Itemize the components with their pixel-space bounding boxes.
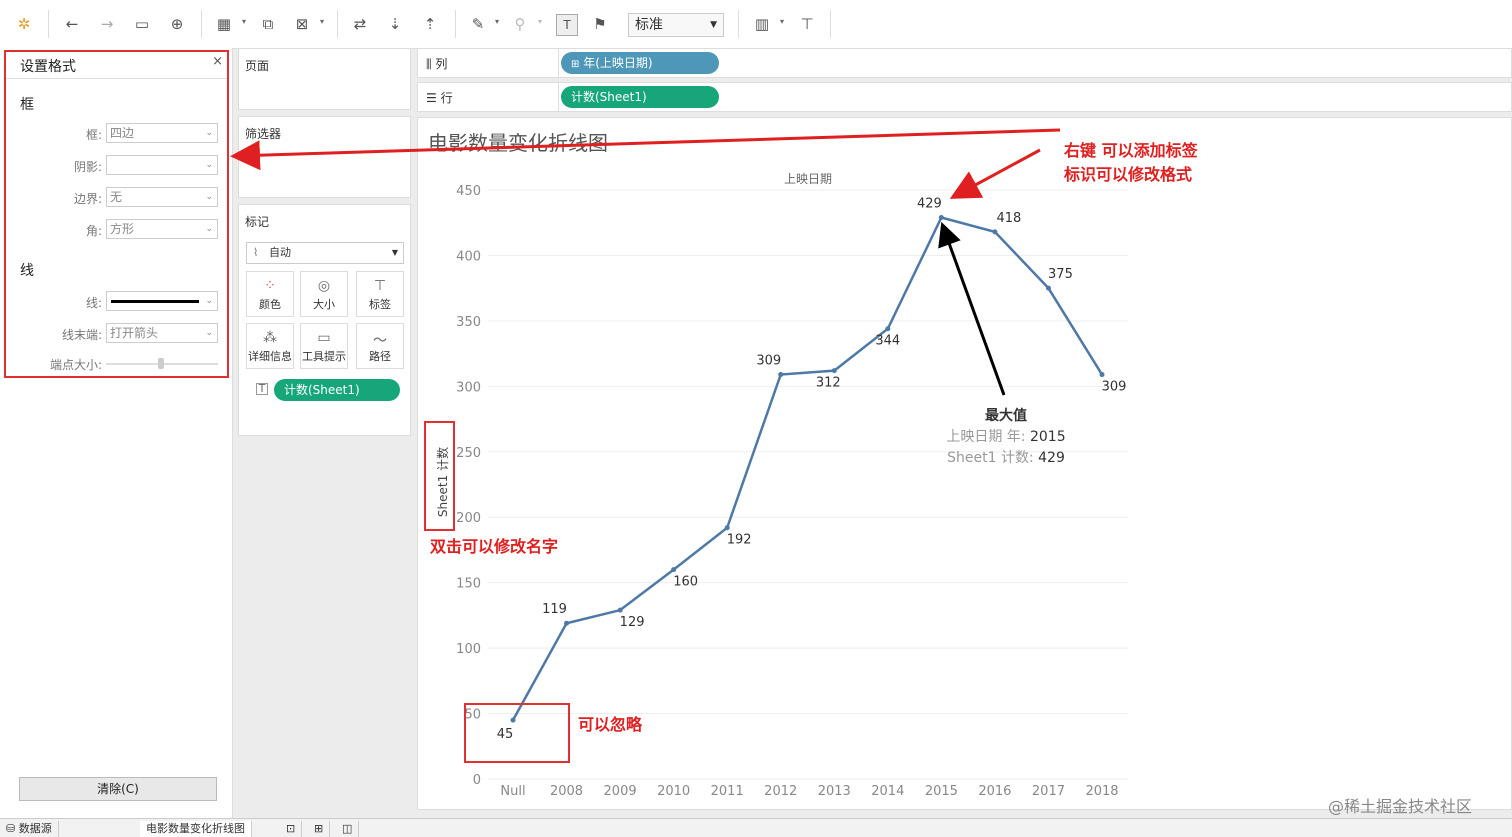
- x-tick-label: Null: [500, 784, 525, 799]
- data-point[interactable]: [671, 567, 677, 573]
- y-axis[interactable]: 050100150200250300350400450: [456, 184, 481, 788]
- x-tick-label: 2008: [550, 784, 583, 799]
- data-point[interactable]: [617, 607, 623, 613]
- grid: [488, 189, 1128, 780]
- data-label: 119: [542, 602, 567, 617]
- new-story-icon[interactable]: ◫: [336, 821, 360, 837]
- x-axis-title[interactable]: 上映日期: [784, 172, 832, 186]
- red-arrow-to-max-label: [949, 148, 1041, 199]
- tab-sheet[interactable]: 电影数量变化折线图: [140, 821, 252, 837]
- sheet-tab-bar: ⛁ 数据源 电影数量变化折线图 ⊡ ⊞ ◫: [0, 818, 1512, 837]
- database-icon: ⛁: [6, 822, 16, 835]
- data-label: 160: [673, 575, 698, 590]
- chart-title[interactable]: 电影数量变化折线图: [428, 131, 608, 155]
- y-tick-label: 450: [456, 184, 481, 199]
- y-tick-label: 200: [456, 511, 481, 526]
- data-point[interactable]: [724, 525, 730, 531]
- note-format-label: 标识可以修改格式: [1064, 165, 1193, 184]
- new-worksheet-icon[interactable]: ⊡: [280, 821, 303, 837]
- y-tick-label: 150: [456, 577, 481, 592]
- y-tick-label: 300: [456, 380, 481, 395]
- y-tick-label: 350: [456, 315, 481, 330]
- note-ignore: 可以忽略: [578, 715, 643, 734]
- data-point[interactable]: [992, 229, 998, 235]
- data-point[interactable]: [778, 372, 784, 378]
- x-tick-label: 2014: [871, 784, 904, 799]
- tab-datasource-label: 数据源: [18, 822, 52, 835]
- data-label: 309: [756, 354, 781, 369]
- new-dashboard-icon[interactable]: ⊞: [308, 821, 331, 837]
- data-label: 312: [816, 376, 841, 391]
- red-arrow-to-format-pane: [230, 128, 1061, 171]
- watermark: @稀土掘金技术社区: [1328, 797, 1473, 816]
- annotation-arrow[interactable]: [938, 221, 1006, 396]
- data-label: 344: [875, 334, 900, 349]
- data-label: 375: [1048, 267, 1073, 282]
- data-point[interactable]: [938, 214, 944, 220]
- x-tick-label: 2011: [711, 784, 744, 799]
- x-tick-label: 2010: [657, 784, 690, 799]
- tab-datasource[interactable]: ⛁ 数据源: [0, 821, 59, 837]
- x-tick-label: 2017: [1032, 784, 1065, 799]
- x-axis[interactable]: Null 2008 2009 2010 2011 2012 2013 2014 2015 2016…: [500, 784, 1118, 799]
- x-tick-label: 2016: [978, 784, 1011, 799]
- data-label: 309: [1102, 380, 1127, 395]
- annotation-line-1[interactable]: 上映日期 年: 2015: [946, 429, 1065, 445]
- data-label: 129: [620, 615, 645, 630]
- annotation-line-2[interactable]: Sheet1 计数: 429: [947, 450, 1065, 466]
- data-point[interactable]: [1099, 372, 1105, 378]
- data-point[interactable]: [831, 368, 837, 374]
- y-tick-label: 400: [456, 249, 481, 264]
- y-tick-label: 0: [473, 773, 481, 788]
- data-point[interactable]: [1045, 285, 1051, 291]
- annotation-line-2-label: Sheet1 计数:: [947, 450, 1034, 466]
- annotation-line-1-value: 2015: [1030, 429, 1066, 445]
- annotation-title[interactable]: 最大值: [985, 407, 1027, 424]
- annotation-line-2-value: 429: [1038, 450, 1065, 466]
- data-label: 192: [727, 533, 752, 548]
- data-label: 429: [917, 196, 942, 211]
- data-label: 418: [996, 211, 1021, 226]
- note-double-click: 双击可以修改名字: [430, 537, 559, 556]
- series-line[interactable]: [511, 216, 1104, 721]
- annotation-line-1-label: 上映日期 年:: [946, 429, 1025, 445]
- x-tick-label: 2013: [818, 784, 851, 799]
- y-tick-label: 100: [456, 642, 481, 657]
- data-point[interactable]: [564, 620, 570, 626]
- highlight-box-y-title: [424, 421, 455, 531]
- line-chart: 电影数量变化折线图 上映日期 0501001502002503003504004…: [230, 128, 1128, 799]
- note-right-click: 右键 可以添加标签: [1064, 141, 1198, 160]
- y-tick-label: 250: [456, 446, 481, 461]
- x-tick-label: 2009: [604, 784, 637, 799]
- x-tick-label: 2018: [1085, 784, 1118, 799]
- data-points[interactable]: [510, 214, 1105, 723]
- x-tick-label: 2012: [764, 784, 797, 799]
- data-labels: 45119129160192309312344429418375309: [497, 196, 1127, 742]
- data-point[interactable]: [885, 326, 891, 332]
- x-tick-label: 2015: [925, 784, 958, 799]
- highlight-box-null: [464, 703, 570, 763]
